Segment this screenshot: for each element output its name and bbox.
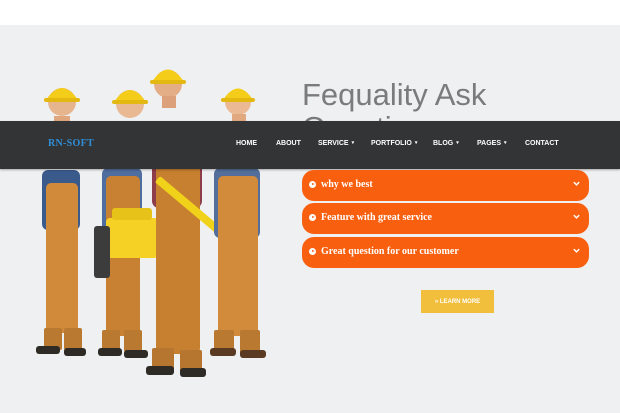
top-strip — [0, 0, 620, 25]
play-circle-icon — [309, 214, 316, 221]
nav-item-about[interactable]: ABOUT — [276, 140, 301, 147]
nav-item-label: BLOG — [433, 140, 454, 147]
nav-item-pages[interactable]: PAGES ▾ — [477, 140, 507, 147]
brand-logo[interactable]: RN-SOFT — [48, 138, 94, 149]
caret-down-icon: ▾ — [351, 140, 355, 146]
chevron-down-icon — [573, 214, 580, 219]
chevron-down-icon — [573, 248, 580, 253]
caret-down-icon: ▾ — [456, 140, 459, 146]
nav-item-portfolio[interactable]: PORTFOLIO ▾ — [371, 140, 417, 147]
nav-item-label: ABOUT — [276, 140, 301, 147]
accordion-label: Feature with great service — [321, 212, 432, 223]
nav-item-label: PORTFOLIO — [371, 140, 412, 147]
accordion-item-why-we-best[interactable]: why we best — [302, 170, 589, 201]
nav-item-label: HOME — [236, 140, 257, 147]
main-navbar: RN-SOFT HOME ABOUT SERVICE ▾ PORTFOLIO ▾ B… — [0, 121, 620, 169]
caret-down-icon: ▾ — [414, 140, 418, 146]
nav-item-label: PAGES — [477, 140, 501, 147]
learn-more-button[interactable]: » LEARN MORE — [421, 290, 494, 313]
play-circle-icon — [309, 181, 316, 188]
nav-item-contact[interactable]: CONTACT — [525, 140, 559, 147]
accordion-item-great-question[interactable]: Great question for our customer — [302, 237, 589, 268]
accordion-label: Great question for our customer — [321, 246, 459, 257]
accordion-label: why we best — [321, 179, 373, 190]
nav-item-label: CONTACT — [525, 140, 559, 147]
nav-item-service[interactable]: SERVICE ▾ — [318, 140, 354, 147]
caret-down-icon: ▾ — [504, 140, 507, 146]
play-circle-icon — [309, 248, 316, 255]
nav-item-blog[interactable]: BLOG ▾ — [433, 140, 459, 147]
construction-workers-image — [36, 69, 266, 377]
nav-item-home[interactable]: HOME — [236, 140, 257, 147]
nav-item-label: SERVICE — [318, 140, 349, 147]
accordion-item-feature[interactable]: Feature with great service — [302, 203, 589, 234]
chevron-down-icon — [573, 181, 580, 186]
